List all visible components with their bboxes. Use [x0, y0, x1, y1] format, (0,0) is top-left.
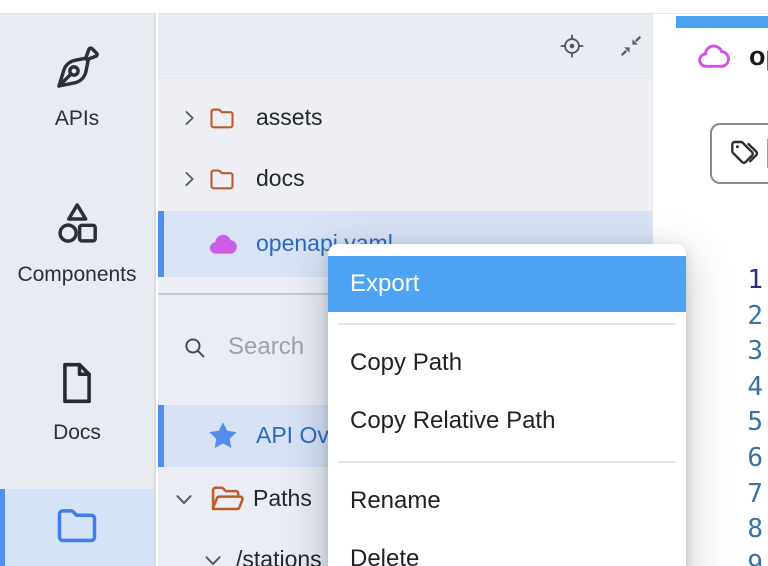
menu-item-copy-path[interactable]: Copy Path: [328, 334, 686, 392]
tags-icon: [726, 136, 762, 172]
menu-divider: [338, 323, 676, 325]
line-number: 3: [683, 334, 763, 370]
open-folder-icon: [208, 480, 246, 518]
chevron-down-icon[interactable]: [172, 487, 196, 511]
cloud-outline-icon: [697, 42, 734, 69]
sidebar-item-components[interactable]: Components: [0, 196, 154, 287]
chevron-right-icon[interactable]: [178, 107, 200, 129]
tags-button[interactable]: [710, 123, 768, 184]
menu-item-copy-relative-path[interactable]: Copy Relative Path: [328, 392, 686, 450]
app-window: APIs Components Docs: [0, 0, 768, 566]
activity-bar: APIs Components Docs: [0, 13, 156, 566]
sidebar-item-label: APIs: [55, 107, 99, 131]
line-number: 9: [683, 548, 763, 566]
sidebar-item-label: Docs: [53, 421, 101, 445]
menu-item-rename[interactable]: Rename: [328, 472, 686, 530]
sidebar-item-apis[interactable]: APIs: [0, 40, 154, 131]
folder-icon: [207, 103, 237, 133]
line-number: 1: [683, 263, 763, 299]
active-tab-indicator[interactable]: [676, 16, 768, 28]
tree-row-assets[interactable]: assets: [158, 87, 652, 148]
tree-row-docs[interactable]: docs: [158, 148, 652, 209]
menu-item-export[interactable]: Export: [328, 256, 686, 312]
line-number: 5: [683, 405, 763, 441]
folder-icon: [207, 164, 237, 194]
search-icon: [182, 335, 207, 360]
sidebar-item-files[interactable]: [0, 489, 154, 566]
chevron-down-icon[interactable]: [201, 548, 225, 566]
shapes-icon: [51, 198, 103, 250]
editor-line-numbers: 1 2 3 4 5 6 7 8 9: [683, 263, 763, 566]
line-number: 7: [683, 477, 763, 513]
folder-icon: [52, 500, 102, 550]
sidebar-item-label: Components: [17, 263, 136, 287]
line-number: 2: [683, 299, 763, 335]
editor-file-title: openapi.yaml: [749, 41, 768, 72]
line-number: 6: [683, 441, 763, 477]
menu-item-delete[interactable]: Delete: [328, 530, 686, 566]
star-icon: [205, 418, 241, 454]
tree-row-label: assets: [256, 103, 322, 130]
cloud-icon: [207, 229, 237, 259]
line-number: 8: [683, 512, 763, 548]
line-number: 4: [683, 370, 763, 406]
sidebar-item-docs[interactable]: Docs: [0, 356, 154, 445]
pen-nib-icon: [51, 42, 103, 94]
outline-row-label: Paths: [253, 485, 312, 512]
outline-row-label: /stations: [236, 546, 322, 566]
context-menu: Export Copy Path Copy Relative Path Rena…: [328, 244, 686, 566]
chevron-right-icon[interactable]: [178, 168, 200, 190]
menu-divider: [338, 461, 676, 463]
file-explorer-toolbar: [158, 14, 652, 79]
document-icon: [52, 358, 102, 408]
collapse-icon[interactable]: [619, 34, 643, 58]
tree-row-label: docs: [256, 164, 305, 191]
locate-icon[interactable]: [559, 33, 585, 59]
